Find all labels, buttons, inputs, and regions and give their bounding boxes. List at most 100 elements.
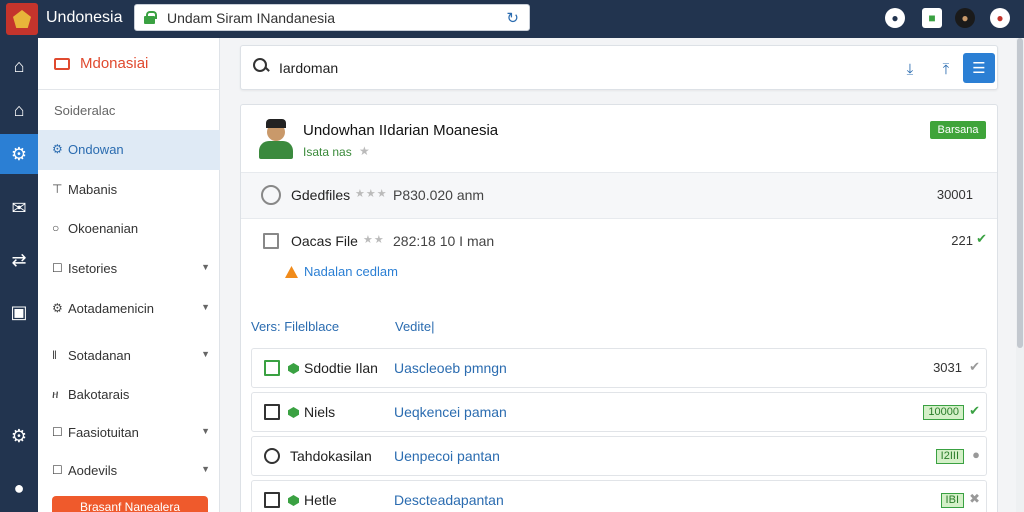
- sidebar-item-label: Mabanis: [68, 182, 118, 197]
- sidebar-item-faasiotuitan[interactable]: ☐ Faasiotuitan ▼: [38, 413, 220, 453]
- sidebar-heading: Soideralac: [54, 103, 116, 118]
- list-item-desc[interactable]: Ueqkencei paman: [394, 404, 507, 420]
- file-value: 30001: [936, 187, 973, 202]
- profile-header: Undowhan IIdarian Moanesia Isata nas ★ B…: [241, 105, 997, 173]
- status-hex-icon: [288, 495, 299, 506]
- file-name: Oacas File: [291, 233, 358, 249]
- chevron-down-icon[interactable]: ▼: [201, 262, 210, 272]
- check-icon: ✔: [969, 359, 980, 374]
- list-item-name: Tahdokasilan: [290, 448, 372, 464]
- circle-icon: ○: [52, 221, 60, 235]
- search-input[interactable]: [279, 57, 879, 79]
- sidebar-item-isetories[interactable]: ☐ Isetories ▼: [38, 249, 220, 289]
- sidebar-item-aotadamenicin[interactable]: ⚙ Aotadamenicin ▼: [38, 289, 220, 329]
- check-icon: ✔: [976, 231, 987, 246]
- list-item-desc[interactable]: Descteadapantan: [394, 492, 504, 508]
- lock-icon: [144, 11, 157, 24]
- sidebar-brand[interactable]: Mdonasiai: [38, 38, 220, 90]
- sidebar-item-ondowan[interactable]: ⚙ Ondowan: [38, 130, 220, 170]
- chevron-down-icon[interactable]: ▼: [201, 349, 210, 359]
- file-row[interactable]: Gdedfiles ★★★ P830.020 anm 30001: [241, 173, 997, 219]
- main-card: Undowhan IIdarian Moanesia Isata nas ★ B…: [240, 104, 998, 512]
- list-item[interactable]: Tahdokasilan Uenpecoi pantan I2III ●: [251, 436, 987, 476]
- list-view-button[interactable]: ☰: [963, 53, 995, 83]
- network-icon[interactable]: ⇄: [0, 240, 38, 280]
- download-icon[interactable]: ⤓: [897, 56, 923, 82]
- document-icon: [263, 233, 279, 249]
- profile-name: Undowhan IIdarian Moanesia: [303, 122, 499, 139]
- record-icon[interactable]: ●: [990, 8, 1010, 28]
- sidebar-item-mabanis[interactable]: ⊤ Mabanis: [38, 170, 220, 210]
- apps-icon[interactable]: ■: [922, 8, 942, 28]
- status-hex-icon: [288, 363, 299, 374]
- document-icon: [264, 360, 280, 376]
- reload-icon[interactable]: ↻: [506, 9, 519, 27]
- checkbox-icon: ☐: [52, 463, 63, 477]
- list-item-value: 3031: [933, 360, 962, 375]
- gear-icon: ⚙: [52, 301, 63, 315]
- refresh-icon[interactable]: ●: [972, 447, 980, 462]
- profile-icon[interactable]: ●: [0, 468, 38, 508]
- check-icon: ✔: [969, 403, 980, 418]
- list-item-badge: 10000: [923, 405, 964, 420]
- mail-icon[interactable]: ✉: [0, 188, 38, 228]
- sidebar-item-label: Aodevils: [68, 463, 118, 478]
- file-name: Gdedfiles: [291, 187, 351, 203]
- brand-label: Mdonasiai: [80, 55, 149, 72]
- profile-subtitle: Isata nas: [303, 145, 352, 159]
- chevron-down-icon[interactable]: ▼: [201, 464, 210, 474]
- column-header-right[interactable]: Vedite|: [395, 319, 435, 334]
- page-scrollbar[interactable]: [1016, 38, 1024, 512]
- column-header-left[interactable]: Vers: Filelblace: [251, 319, 339, 334]
- close-icon[interactable]: ✖: [969, 491, 980, 507]
- avatar[interactable]: [255, 117, 297, 159]
- chevron-down-icon[interactable]: ▼: [201, 426, 210, 436]
- checkbox-icon: ☐: [52, 425, 63, 439]
- settings-icon[interactable]: ⚙: [0, 134, 38, 174]
- top-bar: Undonesia Undam Siram INandanesia ↻ ● ■ …: [0, 0, 1024, 38]
- sidebar: Mdonasiai Soideralac ⚙ Ondowan ⊤ Mabanis…: [38, 38, 220, 512]
- sidebar-item-label: Aotadamenicin: [68, 301, 154, 316]
- list-item[interactable]: Hetle Descteadapantan IBI ✖: [251, 480, 987, 512]
- gear-icon[interactable]: ⚙: [0, 416, 38, 456]
- warning-icon: [285, 266, 298, 278]
- file-meta: P830.020 anm: [393, 187, 485, 203]
- status-hex-icon: [288, 407, 299, 418]
- calendar-icon[interactable]: ▣: [0, 292, 38, 332]
- upload-icon[interactable]: ⤒: [933, 56, 959, 82]
- warning-link[interactable]: Nadalan cedlam: [304, 264, 398, 279]
- list-item-badge: IBI: [940, 493, 964, 508]
- url-text: Undam Siram INandanesia: [167, 10, 336, 26]
- app-title: Undonesia: [46, 9, 123, 26]
- sidebar-item-aodevils[interactable]: ☐ Aodevils ▼: [38, 451, 220, 491]
- address-bar[interactable]: Undam Siram INandanesia ↻: [134, 4, 530, 31]
- star-icon[interactable]: ★: [359, 144, 370, 158]
- list-item[interactable]: Sdodtie Ilan Uascleoeb pmngn 3031 ✔: [251, 348, 987, 388]
- house-icon[interactable]: ⌂: [0, 90, 38, 130]
- home-icon[interactable]: ⌂: [0, 46, 38, 86]
- chevron-down-icon[interactable]: ▼: [201, 302, 210, 312]
- sidebar-cta-button[interactable]: Brasanf Nanealera: [52, 496, 208, 512]
- notification-icon[interactable]: ●: [885, 8, 905, 28]
- sidebar-item-bakotarais[interactable]: ዘ Bakotarais: [38, 375, 220, 415]
- list-item-name: Sdodtie Ilan: [304, 360, 378, 376]
- app-logo[interactable]: [6, 3, 38, 35]
- rating-dots: ★★★: [355, 188, 388, 200]
- list-item[interactable]: Niels Ueqkencei paman 10000 ✔: [251, 392, 987, 432]
- file-value: 221: [951, 233, 973, 248]
- sidebar-item-okoenanian[interactable]: ○ Okoenanian: [38, 209, 220, 249]
- clock-icon: [261, 185, 281, 205]
- sidebar-item-sotadanan[interactable]: ‖ Sotadanan ▼: [38, 336, 220, 376]
- sidebar-item-label: Ondowan: [68, 142, 124, 157]
- list-item-desc[interactable]: Uascleoeb pmngn: [394, 360, 507, 376]
- sidebar-item-label: Okoenanian: [68, 221, 139, 236]
- brand-mail-icon: [54, 58, 70, 70]
- chat-icon: [264, 448, 280, 464]
- list-item-desc[interactable]: Uenpecoi pantan: [394, 448, 500, 464]
- scrollbar-thumb[interactable]: [1017, 38, 1023, 348]
- bar-icon: ‖: [52, 348, 57, 362]
- user-avatar-icon[interactable]: ●: [955, 8, 975, 28]
- file-icon: [264, 404, 280, 420]
- file-row[interactable]: Oacas File ★★ 282:18 10 I man 221 ✔: [241, 219, 997, 265]
- checkbox-icon: ☐: [52, 261, 63, 275]
